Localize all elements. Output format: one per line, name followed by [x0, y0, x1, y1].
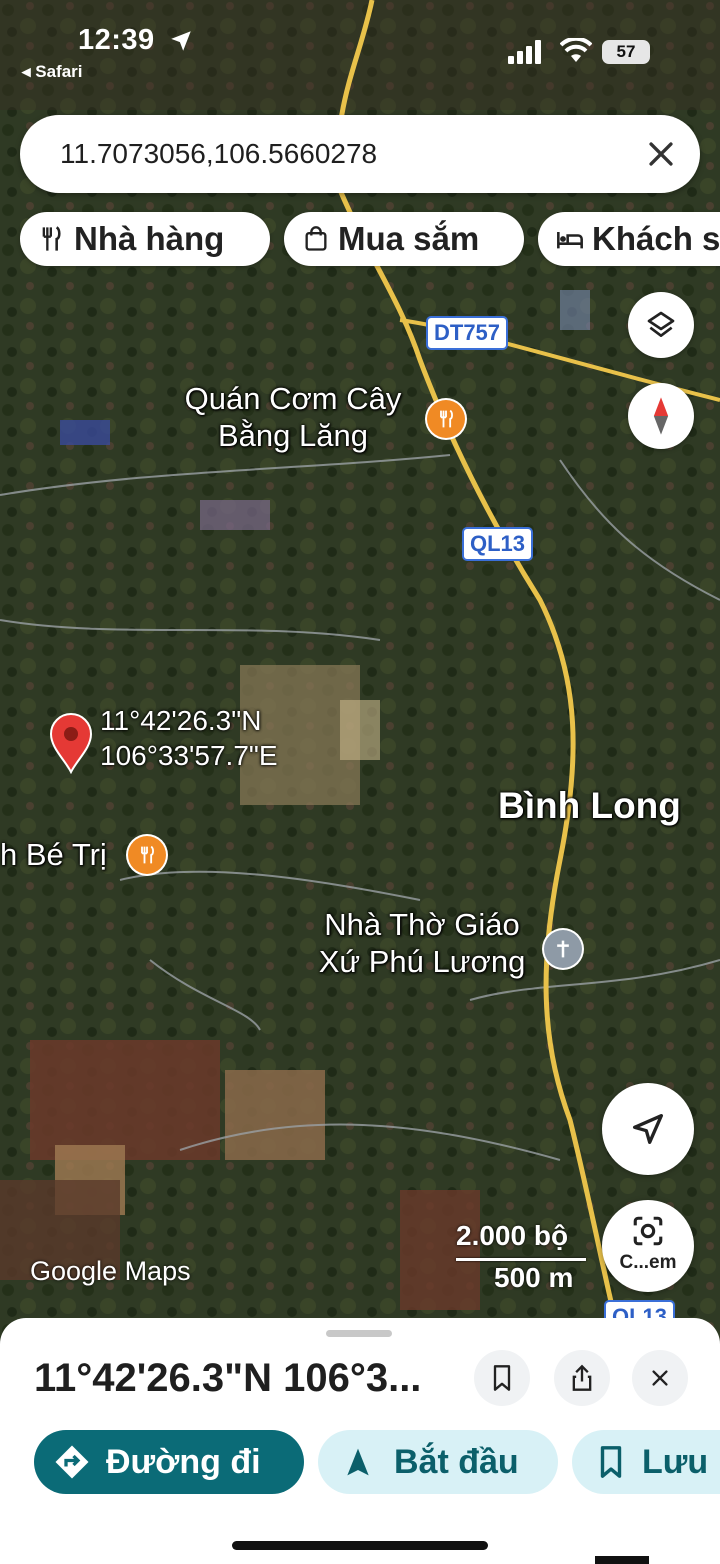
navigation-arrow-icon	[633, 1114, 663, 1144]
location-arrow-icon	[171, 31, 191, 51]
scale-bar	[456, 1258, 586, 1261]
chip-restaurants[interactable]: Nhà hàng	[20, 212, 270, 266]
scale-metric: 500 m	[494, 1262, 574, 1293]
place-name-line1: Quán Cơm Cây	[184, 381, 402, 416]
place-label-quan-com[interactable]: Quán Cơm Cây Bằng Lăng	[166, 380, 420, 454]
google-maps-attribution: Google Maps	[30, 1256, 191, 1286]
sheet-drag-handle[interactable]	[326, 1330, 392, 1337]
back-to-safari[interactable]: ◂ Safari	[22, 62, 83, 82]
start-label: Bắt đầu	[394, 1442, 519, 1481]
status-bar: 12:39 ◂ Safari 57	[0, 0, 720, 90]
place-label-be-tri[interactable]: h Bé Trị	[0, 836, 107, 873]
close-sheet-button[interactable]	[632, 1350, 688, 1406]
pin-latitude: 11°42'26.3"N	[100, 705, 262, 736]
bookmark-icon	[493, 1365, 511, 1391]
church-poi-icon[interactable]	[544, 930, 582, 968]
restaurant-poi-icon[interactable]	[128, 836, 166, 874]
wifi-icon	[560, 38, 592, 62]
save-label: Lưu	[642, 1442, 709, 1481]
compass-button[interactable]	[628, 383, 694, 449]
bed-icon	[557, 232, 583, 249]
chip-shopping[interactable]: Mua sắm	[284, 212, 524, 266]
satellite-map[interactable]: 12:39 ◂ Safari 57 Nhà hàng	[0, 0, 720, 1340]
close-icon[interactable]	[644, 137, 678, 171]
share-button[interactable]	[554, 1350, 610, 1406]
home-indicator[interactable]	[232, 1541, 488, 1550]
bookmark-icon	[600, 1446, 622, 1478]
category-chips: Nhà hàng Mua sắm Khách sạn	[0, 212, 720, 268]
scale-imperial: 2.000 bộ	[456, 1220, 569, 1251]
my-location-button[interactable]	[602, 1083, 694, 1175]
layers-icon	[647, 311, 675, 337]
clock: 12:39	[78, 24, 155, 56]
save-button[interactable]	[474, 1350, 530, 1406]
map-scale: 2.000 bộ 500 m	[456, 1218, 596, 1298]
city-label-binh-long[interactable]: Bình Long	[498, 784, 681, 828]
chip-label: Khách sạn	[592, 220, 720, 257]
search-input[interactable]	[60, 133, 620, 175]
chip-label: Nhà hàng	[74, 220, 225, 257]
layers-button[interactable]	[628, 292, 694, 358]
restaurant-poi-icon[interactable]	[427, 400, 465, 438]
directions-label: Đường đi	[106, 1442, 261, 1481]
shopping-bag-icon	[305, 226, 327, 251]
place-bottom-sheet[interactable]: 11°42'26.3"N 106°3... Đường đi Bắt đầu L…	[0, 1318, 720, 1564]
start-navigation-button[interactable]: Bắt đầu	[318, 1430, 558, 1494]
pin-longitude: 106°33'57.7"E	[100, 740, 278, 771]
lens-label: C...em	[619, 1252, 677, 1273]
place-name-line2: Xứ Phú Lương	[318, 944, 526, 980]
place-name-line2: Bằng Lăng	[218, 418, 368, 454]
directions-icon	[55, 1445, 89, 1479]
camera-lens-icon	[633, 1216, 663, 1246]
compass-icon	[653, 397, 669, 435]
map-pin-icon[interactable]	[48, 712, 94, 774]
directions-button[interactable]: Đường đi	[34, 1430, 304, 1494]
corner-mark	[595, 1556, 649, 1564]
place-title: 11°42'26.3"N 106°3...	[34, 1356, 422, 1400]
share-icon	[572, 1364, 592, 1391]
road-shield-dt757: DT757	[426, 316, 509, 350]
navigation-arrow-icon	[347, 1448, 369, 1476]
road-shield-ql13: QL13	[462, 527, 534, 561]
place-label-nha-tho[interactable]: Nhà Thờ Giáo Xứ Phú Lương	[300, 906, 544, 980]
chip-label: Mua sắm	[338, 220, 480, 257]
place-name-line1: Nhà Thờ Giáo	[324, 907, 520, 942]
chip-hotels[interactable]: Khách sạn	[538, 212, 720, 266]
pin-coordinate-label: 11°42'26.3"N 106°33'57.7"E	[100, 703, 278, 773]
restaurant-icon	[42, 226, 61, 251]
battery-indicator: 57	[602, 40, 650, 64]
search-bar[interactable]	[20, 115, 700, 193]
save-place-button[interactable]: Lưu	[572, 1430, 720, 1494]
cellular-signal-icon	[508, 40, 541, 64]
lens-button[interactable]: C...em	[602, 1200, 694, 1292]
close-icon	[652, 1370, 668, 1386]
